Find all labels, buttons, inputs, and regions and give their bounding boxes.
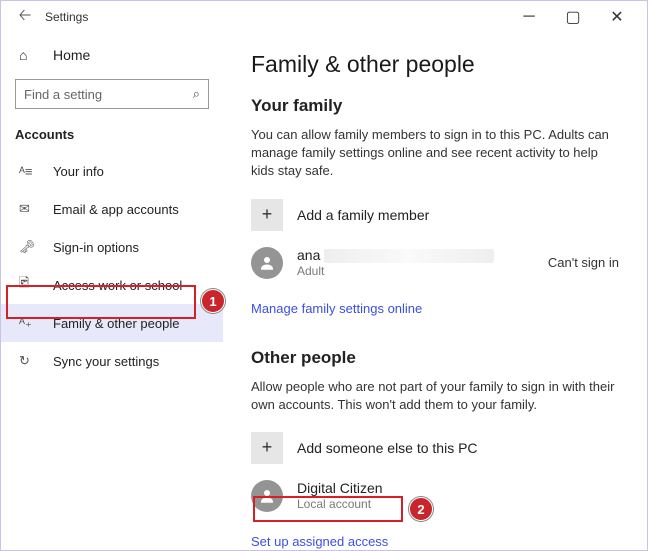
back-button[interactable]: 🡠 xyxy=(9,4,41,31)
search-icon: ⌕ xyxy=(193,86,200,102)
annotation-badge-1: 1 xyxy=(201,289,225,313)
sidebar-item-signin[interactable]: 🗝 Sign-in options xyxy=(1,228,223,266)
add-other-user[interactable]: + Add someone else to this PC xyxy=(251,428,619,468)
avatar-icon xyxy=(251,480,283,512)
sidebar-item-sync[interactable]: ↻ Sync your settings xyxy=(1,342,223,380)
person-icon: ᴬ≡ xyxy=(19,164,39,179)
family-icon: ᴬ₊ xyxy=(19,315,39,331)
window-title: Settings xyxy=(45,10,88,24)
assigned-access-link[interactable]: Set up assigned access xyxy=(251,534,388,549)
sync-icon: ↻ xyxy=(19,353,39,369)
family-description: You can allow family members to sign in … xyxy=(251,126,619,181)
avatar-icon xyxy=(251,247,283,279)
main-content: Family & other people Your family You ca… xyxy=(223,33,647,550)
nav-home-label: Home xyxy=(53,47,90,63)
member-status: Can't sign in xyxy=(548,255,619,270)
sidebar-item-email[interactable]: ✉ Email & app accounts xyxy=(1,190,223,228)
briefcase-icon: 🖻 xyxy=(19,274,39,296)
search-placeholder: Find a setting xyxy=(24,87,102,102)
plus-icon: + xyxy=(251,432,283,464)
titlebar: 🡠 Settings ─ ▢ ✕ xyxy=(1,1,647,33)
home-icon: ⌂ xyxy=(19,47,39,63)
sidebar-section: Accounts xyxy=(1,121,223,152)
nav-home[interactable]: ⌂ Home xyxy=(1,37,223,73)
family-member-row[interactable]: ana Adult Can't sign in xyxy=(251,243,619,283)
other-heading: Other people xyxy=(251,348,619,368)
family-heading: Your family xyxy=(251,96,619,116)
redacted-text xyxy=(324,249,494,263)
sidebar-item-work[interactable]: 🖻 Access work or school xyxy=(1,266,223,304)
close-button[interactable]: ✕ xyxy=(595,2,639,32)
search-input[interactable]: Find a setting ⌕ xyxy=(15,79,209,109)
key-icon: 🗝 xyxy=(19,239,39,255)
plus-icon: + xyxy=(251,199,283,231)
minimize-button[interactable]: ─ xyxy=(507,2,551,32)
other-user-row[interactable]: Digital Citizen Local account xyxy=(251,476,619,516)
sidebar-item-your-info[interactable]: ᴬ≡ Your info xyxy=(1,152,223,190)
annotation-badge-2: 2 xyxy=(409,497,433,521)
maximize-button[interactable]: ▢ xyxy=(551,2,595,32)
add-family-member[interactable]: + Add a family member xyxy=(251,195,619,235)
mail-icon: ✉ xyxy=(19,201,39,217)
other-description: Allow people who are not part of your fa… xyxy=(251,378,619,414)
manage-family-link[interactable]: Manage family settings online xyxy=(251,301,422,316)
sidebar-item-family[interactable]: ᴬ₊ Family & other people xyxy=(1,304,223,342)
sidebar: ⌂ Home Find a setting ⌕ Accounts ᴬ≡ Your… xyxy=(1,33,223,550)
page-title: Family & other people xyxy=(251,51,619,78)
